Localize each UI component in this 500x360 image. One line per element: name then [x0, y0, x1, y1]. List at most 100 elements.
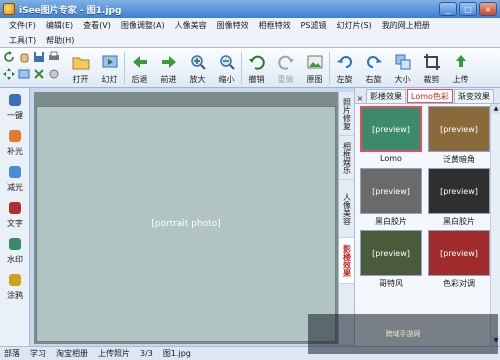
settings-icon[interactable]: [47, 67, 61, 81]
refresh-icon[interactable]: [2, 50, 16, 64]
effect-thumbnail: [preview]: [428, 168, 490, 214]
left-tool-label: 补光: [7, 147, 23, 156]
slideshow-icon: [101, 53, 119, 71]
reduce-light-icon: [6, 163, 24, 181]
title-bar: iSee图片专家 - 图1.jpg _ □ ×: [0, 0, 500, 18]
watermark-icon: [6, 235, 24, 253]
image-canvas[interactable]: [portrait photo]: [34, 92, 338, 344]
effect-label: 色彩对调: [443, 279, 475, 288]
original-image-icon: [306, 53, 324, 71]
window-title: iSee图片专家 - 图1.jpg: [19, 5, 122, 16]
toolbar-button[interactable]: 前进: [154, 48, 183, 88]
left-tool-button[interactable]: 涂鸦: [0, 268, 30, 304]
site-watermark: 跨域手游网: [308, 314, 498, 354]
vertical-tab[interactable]: 影楼效果: [339, 238, 355, 284]
menu-item[interactable]: 图像调整(A): [116, 20, 170, 31]
toolbar-button-label: 后退: [131, 75, 148, 84]
menu-item[interactable]: 帮助(H): [41, 35, 79, 46]
toolbar-button-label: 打开: [72, 75, 89, 84]
app-logo-icon: [3, 3, 15, 15]
maximize-button[interactable]: □: [459, 2, 477, 16]
menu-item[interactable]: 图像特效: [212, 20, 254, 31]
effect-preset[interactable]: [preview] 泛黄暗角: [427, 106, 491, 166]
toolbar-button-label: 右旋: [365, 75, 382, 84]
vertical-tab[interactable]: 相框娱乐: [339, 136, 355, 180]
effect-label: 哥特风: [379, 279, 403, 288]
left-tool-label: 减光: [7, 183, 23, 192]
effects-scrollbar[interactable]: ▲ ▼: [490, 104, 500, 346]
toolbar-button[interactable]: 撤销: [242, 48, 271, 88]
panel-close-button[interactable]: ×: [355, 94, 365, 103]
vertical-tab[interactable]: 人像美容: [339, 180, 355, 238]
menu-item[interactable]: 幻灯片(S): [331, 20, 376, 31]
scroll-up-icon[interactable]: ▲: [491, 104, 500, 114]
menu-item[interactable]: 文件(F): [4, 20, 41, 31]
toolbar-button-label: 前进: [160, 75, 177, 84]
toolbar-button-label: 上传: [452, 75, 469, 84]
toolbar-button[interactable]: 原图: [300, 48, 329, 88]
menu-item[interactable]: 我的网上相册: [377, 20, 435, 31]
upload-icon: [452, 53, 470, 71]
effect-tab[interactable]: Lomo色彩: [407, 89, 453, 103]
toolbar-button[interactable]: 左旋: [330, 48, 359, 88]
status-item: 3/3: [140, 349, 153, 358]
toolbar-button[interactable]: 缩小: [212, 48, 241, 88]
rotate-left-icon: [336, 53, 354, 71]
effect-preset[interactable]: [preview] 色彩对调: [427, 230, 491, 290]
effect-tab[interactable]: 影楼效果: [366, 89, 406, 103]
status-item[interactable]: 上传照片: [98, 348, 130, 359]
effect-preset[interactable]: [preview] 黑白胶片: [359, 168, 423, 228]
save-icon[interactable]: [32, 50, 46, 64]
effect-preset[interactable]: [preview] Lomo: [359, 106, 423, 166]
zoom-out-icon: [218, 53, 236, 71]
effect-label: 黑白胶片: [443, 217, 475, 226]
menu-item[interactable]: 编辑(E): [41, 20, 78, 31]
toolbar-button[interactable]: 打开: [66, 48, 95, 88]
left-tool-label: 一键: [7, 111, 23, 120]
effect-preset[interactable]: [preview] 哥特风: [359, 230, 423, 290]
menu-item[interactable]: PS滤镜: [296, 20, 332, 31]
effect-thumbnail: [preview]: [360, 106, 422, 152]
effect-label: Lomo: [380, 154, 402, 163]
hand-icon[interactable]: [17, 50, 31, 64]
toolbar-button[interactable]: 大小: [388, 48, 417, 88]
menu-item[interactable]: 相框特效: [254, 20, 296, 31]
toolbar-button-label: 撤销: [248, 75, 265, 84]
menu-bar: 文件(F) 编辑(E) 查看(V) 图像调整(A) 人像美容 图像特效 相框特效 PS滤镜 幻灯…: [0, 18, 500, 48]
category-tabs: 照片修复 相框娱乐 人像美容 影楼效果: [338, 92, 355, 344]
toolbar-button[interactable]: 放大: [183, 48, 212, 88]
print-icon[interactable]: [47, 50, 61, 64]
left-tool-button[interactable]: 水印: [0, 232, 30, 268]
fullscreen-icon[interactable]: [17, 67, 31, 81]
left-tool-button[interactable]: 补光: [0, 124, 30, 160]
toolbar-button[interactable]: 上传: [446, 48, 475, 88]
menu-item[interactable]: 人像美容: [170, 20, 212, 31]
close-button[interactable]: ×: [479, 2, 497, 16]
toolbar-button[interactable]: 幻灯: [95, 48, 124, 88]
toolbar-button[interactable]: 裁剪: [417, 48, 446, 88]
left-tool-button[interactable]: 一键: [0, 88, 30, 124]
crop-icon: [423, 53, 441, 71]
left-tool-button[interactable]: 减光: [0, 160, 30, 196]
left-tool-panel: 一键补光减光文字 水印 涂鸦: [0, 88, 30, 346]
vertical-tab[interactable]: 照片修复: [339, 92, 355, 136]
effect-preset[interactable]: [preview] 黑白胶片: [427, 168, 491, 228]
move-icon[interactable]: [2, 67, 16, 81]
toolbar-button-label: 裁剪: [423, 75, 440, 84]
menu-item[interactable]: 工具(T): [4, 35, 41, 46]
status-item[interactable]: 淘宝相册: [56, 348, 88, 359]
toolbar-button[interactable]: 重做: [271, 48, 300, 88]
effect-tab[interactable]: 渐变效果: [453, 89, 494, 103]
left-tool-button[interactable]: 文字: [0, 196, 30, 232]
effect-label: 泛黄暗角: [443, 155, 475, 164]
edited-photo: [portrait photo]: [36, 106, 336, 342]
toolbar-button[interactable]: 后退: [125, 48, 154, 88]
status-item[interactable]: 部落: [4, 348, 20, 359]
menu-item[interactable]: 查看(V): [78, 20, 116, 31]
toolbar-button[interactable]: 右旋: [359, 48, 388, 88]
delete-icon[interactable]: [32, 67, 46, 81]
minimize-button[interactable]: _: [439, 2, 457, 16]
effect-thumbnail: [preview]: [360, 230, 422, 276]
toolbar: 打开 幻灯 后退 前进 放大 缩小 撤销 重做 原图 左旋 右旋 大小 裁剪 上传: [0, 48, 500, 88]
status-item[interactable]: 学习: [30, 348, 46, 359]
